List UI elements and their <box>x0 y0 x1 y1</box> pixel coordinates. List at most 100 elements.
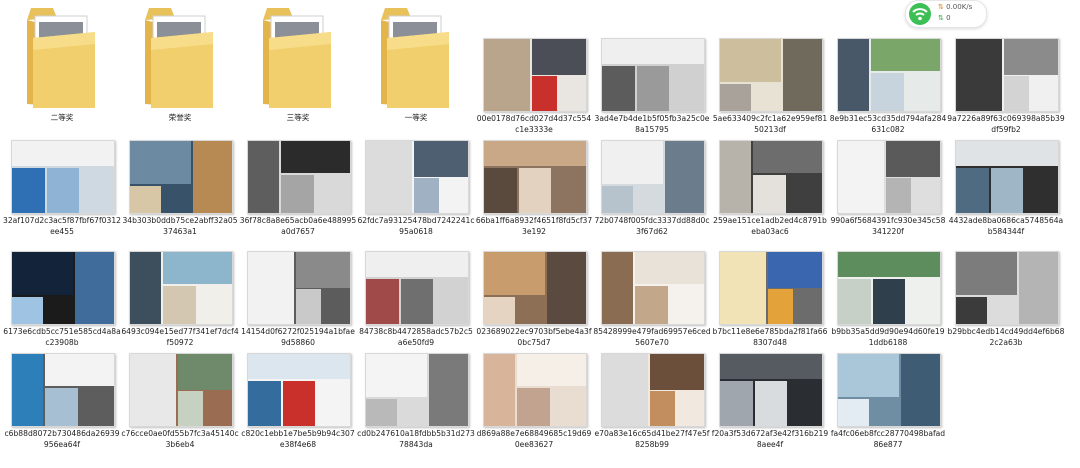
image-thumbnail <box>483 353 587 427</box>
image-thumbnail <box>129 140 233 214</box>
image-file-item[interactable]: 66ba1ff6a8932f4651f8fd5cf373e192 <box>475 140 593 240</box>
image-file-item[interactable]: f20a3f53d672af3e42f316b2198aee4f <box>711 353 829 453</box>
folder-item[interactable]: 二等奖 <box>3 0 121 125</box>
image-file-item[interactable]: d869a88e7e68849685c19d690ee83627 <box>475 353 593 453</box>
folder-label: 一等奖 <box>404 113 428 122</box>
file-name-label: 34b303b0ddb75ce2abff32a0537463a1 <box>122 216 238 236</box>
image-thumbnail <box>365 140 469 214</box>
image-thumbnail <box>11 353 115 427</box>
image-thumbnail <box>837 140 941 214</box>
image-thumbnail <box>11 251 115 325</box>
image-file-item[interactable]: 14154d0f6272f025194a1bfae9d58860 <box>239 251 357 351</box>
image-file-item[interactable]: 5ae633409c2fc1a62e959ef8150213df <box>711 38 829 138</box>
file-name-label: d869a88e7e68849685c19d690ee83627 <box>476 429 592 449</box>
image-file-item[interactable]: cd0b247610a18fdbb5b31d27378843da <box>357 353 475 453</box>
file-name-label: b29bbc4edb14cd49dd4ef6b682c2a63b <box>947 327 1065 347</box>
image-thumbnail <box>483 38 587 112</box>
image-thumbnail <box>247 140 351 214</box>
count-text: 0 <box>946 14 951 22</box>
image-thumbnail <box>719 251 823 325</box>
file-name-label: 36f78c8a8e65acb0a6e488995a0d7657 <box>239 216 357 236</box>
image-thumbnail <box>837 353 941 427</box>
network-speed-widget[interactable]: ⇅ 0.00K/s ⇅ 0 <box>905 0 987 28</box>
image-file-item[interactable]: 00e0178d76cd027d4d37c554c1e3333e <box>475 38 593 138</box>
image-file-item[interactable]: 9a7226a89f63c069398a85b39df59fb2 <box>947 38 1065 138</box>
folder-item[interactable]: 三等奖 <box>239 0 357 125</box>
speed-text: 0.00K/s <box>946 3 973 11</box>
image-file-item[interactable]: 62fdc7a93125478bd7242241c95a0618 <box>357 140 475 240</box>
folder-label: 荣誉奖 <box>168 113 192 122</box>
image-file-item[interactable]: b7bc11e8e6e785bda2f81fa668307d48 <box>711 251 829 351</box>
download-arrow-icon: ⇅ <box>938 14 944 22</box>
file-name-label: 9a7226a89f63c069398a85b39df59fb2 <box>947 114 1065 134</box>
image-thumbnail <box>247 251 351 325</box>
upload-arrow-icon: ⇅ <box>938 3 944 11</box>
image-thumbnail <box>601 353 705 427</box>
image-file-item[interactable]: b29bbc4edb14cd49dd4ef6b682c2a63b <box>947 251 1065 351</box>
image-file-item[interactable]: fa4fc06eb8fcc28770498bafad86e877 <box>829 353 947 453</box>
image-thumbnail <box>483 251 587 325</box>
image-file-item[interactable]: 6173e6cdb5cc751e585cd4a8ac23908b <box>3 251 121 351</box>
wifi-icon <box>909 3 931 25</box>
image-file-item[interactable]: 4432ade8ba0686ca5748564ab584344f <box>947 140 1065 240</box>
image-file-item[interactable]: 32af107d2c3ac5f87fbf67f0312ee455 <box>3 140 121 240</box>
image-file-item[interactable]: 34b303b0ddb75ce2abff32a0537463a1 <box>121 140 239 240</box>
file-name-label: 5ae633409c2fc1a62e959ef8150213df <box>712 114 828 134</box>
folder-item[interactable]: 荣誉奖 <box>121 0 239 125</box>
image-file-item[interactable]: c6b88d8072b730486da26939956ea64f <box>3 353 121 453</box>
image-thumbnail <box>955 38 1059 112</box>
image-thumbnail <box>719 38 823 112</box>
image-file-item[interactable]: b9bb35a5dd9d90e94d60fe191ddb6188 <box>829 251 947 351</box>
image-thumbnail <box>129 353 233 427</box>
image-thumbnail <box>601 38 705 112</box>
file-name-label: 6173e6cdb5cc751e585cd4a8ac23908b <box>3 327 121 347</box>
file-name-label: 6493c094e15ed77f341ef7dcf4f50972 <box>121 327 239 347</box>
file-name-label: 00e0178d76cd027d4d37c554c1e3333e <box>476 114 592 134</box>
image-file-item[interactable]: c76cce0ae0fd55b7fc3a45140c3b6eb4 <box>121 353 239 453</box>
file-name-label: 023689022ec9703bf5ebe4a3f0bc75d7 <box>476 327 592 347</box>
file-name-label: 990a6f5684391fc930e345c58341220f <box>830 216 946 236</box>
image-file-item[interactable]: 6493c094e15ed77f341ef7dcf4f50972 <box>121 251 239 351</box>
image-file-item[interactable]: 8e9b31ec53cd35dd794afa284631c082 <box>829 38 947 138</box>
image-file-item[interactable]: 85428999e479fad69957e6ced5607e70 <box>593 251 711 351</box>
image-file-item[interactable]: 36f78c8a8e65acb0a6e488995a0d7657 <box>239 140 357 240</box>
file-name-label: 259ae151ce1adb2ed4c8791beba03ac6 <box>713 216 827 236</box>
image-thumbnail <box>955 251 1059 325</box>
file-name-label: c76cce0ae0fd55b7fc3a45140c3b6eb4 <box>121 429 239 449</box>
file-name-label: b9bb35a5dd9d90e94d60fe191ddb6188 <box>831 327 945 347</box>
image-thumbnail <box>483 140 587 214</box>
file-grid: 二等奖 荣誉奖 三等奖 一等奖 00e0178d76cd027d4d37c554c… <box>0 0 1080 468</box>
image-thumbnail <box>719 140 823 214</box>
image-thumbnail <box>247 353 351 427</box>
image-file-item[interactable]: 3ad4e7b4de1b5f05fb3a25c0e8a15795 <box>593 38 711 138</box>
file-name-label: 66ba1ff6a8932f4651f8fd5cf373e192 <box>475 216 593 236</box>
image-thumbnail <box>955 140 1059 214</box>
folder-label: 三等奖 <box>286 113 310 122</box>
image-thumbnail <box>837 38 941 112</box>
image-file-item[interactable]: 84738c8b4472858adc57b2c5a6e50fd9 <box>357 251 475 351</box>
image-thumbnail <box>365 353 469 427</box>
image-thumbnail <box>837 251 941 325</box>
file-name-label: cd0b247610a18fdbb5b31d27378843da <box>357 429 475 449</box>
folder-icon <box>379 4 455 108</box>
folder-icon <box>143 4 219 108</box>
image-file-item[interactable]: e70a83e16c65d41be27f47e5f8258b99 <box>593 353 711 453</box>
image-file-item[interactable]: 990a6f5684391fc930e345c58341220f <box>829 140 947 240</box>
file-name-label: e70a83e16c65d41be27f47e5f8258b99 <box>594 429 710 449</box>
image-thumbnail <box>601 140 705 214</box>
image-thumbnail <box>719 353 823 427</box>
image-file-item[interactable]: 72b0748f005fdc3337dd88d0c3f67d62 <box>593 140 711 240</box>
folder-icon <box>25 4 101 108</box>
file-name-label: fa4fc06eb8fcc28770498bafad86e877 <box>830 429 946 449</box>
folder-label: 二等奖 <box>50 113 74 122</box>
image-file-item[interactable]: 259ae151ce1adb2ed4c8791beba03ac6 <box>711 140 829 240</box>
file-name-label: c820c1ebb1e7be5b9b94c307e38f4e68 <box>241 429 355 449</box>
image-thumbnail <box>601 251 705 325</box>
image-file-item[interactable]: c820c1ebb1e7be5b9b94c307e38f4e68 <box>239 353 357 453</box>
image-file-item[interactable]: 023689022ec9703bf5ebe4a3f0bc75d7 <box>475 251 593 351</box>
file-name-label: 72b0748f005fdc3337dd88d0c3f67d62 <box>594 216 710 236</box>
folder-item[interactable]: 一等奖 <box>357 0 475 125</box>
file-name-label: 32af107d2c3ac5f87fbf67f0312ee455 <box>3 216 121 236</box>
folder-icon <box>261 4 337 108</box>
file-name-label: b7bc11e8e6e785bda2f81fa668307d48 <box>712 327 828 347</box>
